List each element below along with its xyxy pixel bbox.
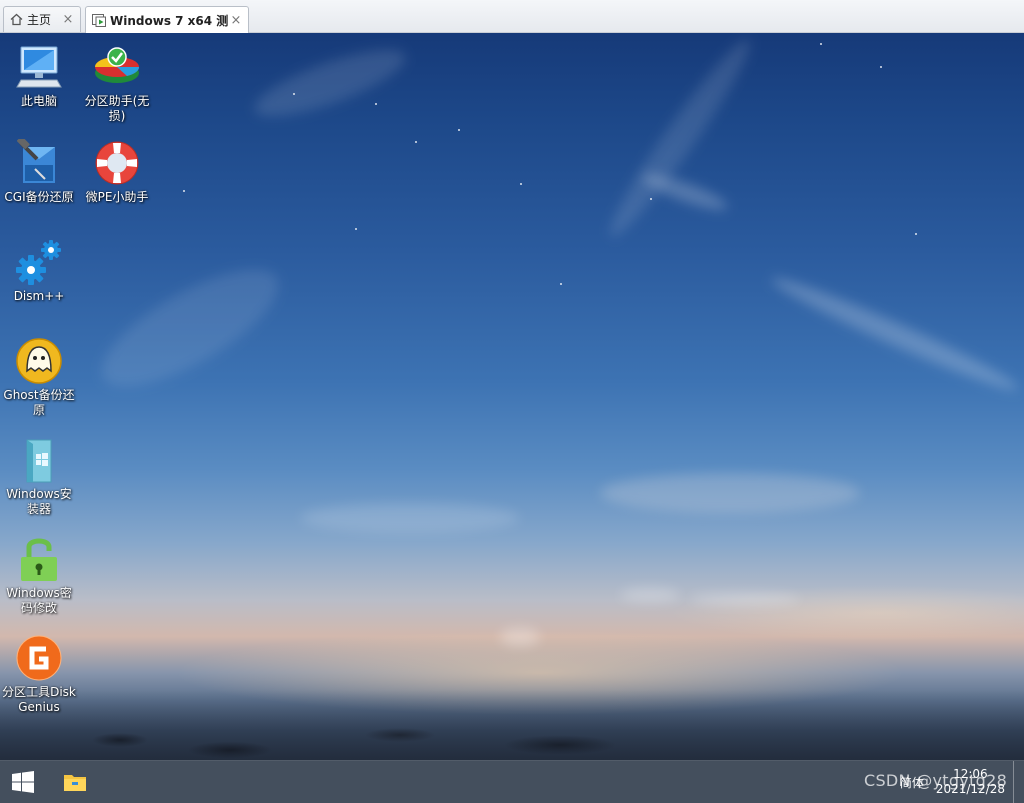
windows-start-icon	[12, 771, 34, 793]
windows-installer-icon	[26, 439, 52, 483]
ghost-icon	[16, 338, 62, 384]
desktop-icon-label: CGI备份还原	[4, 190, 74, 204]
desktop-icon-label: 分区工具DiskGenius	[2, 685, 76, 714]
desktop-icon-ghost[interactable]: Ghost备份还原	[0, 337, 78, 418]
desktop-icon-label: 此电脑	[20, 94, 57, 108]
shore-rocks	[0, 690, 1024, 760]
tab-home[interactable]: 主页 ×	[3, 6, 81, 32]
desktop-icon-partition-assistant[interactable]: 分区助手(无损)	[78, 43, 156, 124]
tab-home-close-icon[interactable]: ×	[60, 12, 76, 27]
desktop-icon-this-pc[interactable]: 此电脑	[0, 43, 78, 109]
tab-vm-windows7[interactable]: Windows 7 x64 测试 ×	[85, 6, 249, 33]
file-explorer-icon	[64, 775, 86, 791]
tab-home-label: 主页	[27, 13, 52, 27]
show-desktop-button[interactable]	[1013, 761, 1018, 803]
taskbar-file-explorer[interactable]	[52, 761, 98, 803]
desktop-icon-dism[interactable]: Dism++	[0, 238, 78, 304]
desktop-icon-label: 微PE小助手	[85, 190, 149, 204]
desktop-icon-wepe-assistant[interactable]: 微PE小助手	[78, 139, 156, 205]
tab-vm-close-icon[interactable]: ×	[228, 13, 244, 28]
start-button[interactable]	[0, 761, 46, 803]
cgi-backup-icon	[17, 139, 55, 183]
desktop-icon-label: 分区助手(无损)	[84, 94, 150, 123]
desktop-icon-label: Windows安装器	[6, 487, 72, 516]
computer-icon	[16, 46, 62, 88]
desktop-icon-diskgenius[interactable]: 分区工具DiskGenius	[0, 634, 78, 715]
lifebuoy-icon	[95, 141, 139, 185]
desktop-icon-cgi-backup[interactable]: CGI备份还原	[0, 139, 78, 205]
desktop-icon-windows-installer[interactable]: Windows安装器	[0, 436, 78, 517]
vm-play-icon	[92, 13, 106, 27]
csdn-watermark: CSDN @ytgytg28	[864, 771, 1008, 790]
partition-assistant-icon	[94, 47, 140, 83]
lock-icon	[21, 538, 57, 581]
diskgenius-icon	[16, 635, 62, 681]
desktop-icon-windows-password[interactable]: Windows密码修改	[0, 535, 78, 616]
desktop-icon-label: Ghost备份还原	[3, 388, 75, 417]
desktop-icon-label: Windows密码修改	[6, 586, 72, 615]
vm-tab-bar: 主页 × Windows 7 x64 测试 ×	[0, 0, 1024, 33]
home-icon	[10, 13, 23, 26]
desktop-icon-label: Dism++	[13, 289, 65, 303]
desktop-wallpaper[interactable]: 此电脑 CGI备份还原 Dism++ Ghost备份还原 Windows安装器 …	[0, 33, 1024, 760]
tab-vm-label: Windows 7 x64 测试	[110, 13, 228, 28]
gears-icon	[16, 240, 61, 285]
